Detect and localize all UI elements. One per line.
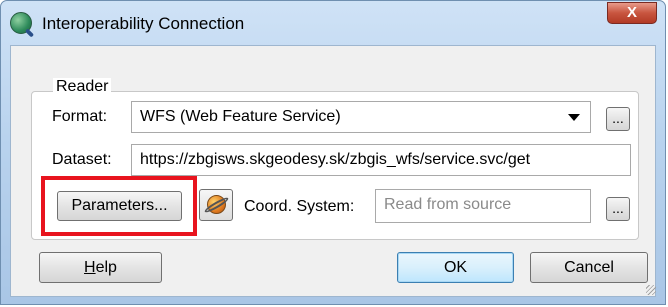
coord-system-browse-button[interactable]: ...: [606, 197, 630, 221]
close-button[interactable]: X: [607, 2, 657, 24]
reader-group-title: Reader: [53, 78, 112, 96]
parameters-highlight-box: [41, 176, 197, 236]
help-button[interactable]: Help: [39, 252, 162, 283]
format-browse-button[interactable]: ...: [606, 107, 630, 131]
format-combobox[interactable]: WFS (Web Feature Service): [131, 101, 591, 133]
dataset-input[interactable]: https://zbgisws.skgeodesy.sk/zbgis_wfs/s…: [131, 144, 631, 176]
format-label: Format:: [52, 108, 108, 125]
format-combobox-value: WFS (Web Feature Service): [140, 108, 341, 125]
coordinate-system-picker-button[interactable]: [199, 189, 233, 221]
coord-system-input[interactable]: Read from source: [375, 189, 591, 223]
dataset-label: Dataset:: [52, 151, 112, 168]
qgis-app-icon: [10, 12, 32, 34]
help-label-rest: elp: [95, 259, 117, 276]
chevron-down-icon[interactable]: [568, 114, 580, 121]
coord-system-label: Coord. System:: [244, 198, 355, 215]
cancel-button[interactable]: Cancel: [530, 252, 648, 283]
help-mnemonic: H: [84, 259, 96, 276]
window-title: Interoperability Connection: [42, 14, 245, 33]
title-bar[interactable]: Interoperability Connection X: [1, 1, 665, 45]
resize-grip[interactable]: [646, 285, 656, 295]
ok-button[interactable]: OK: [397, 252, 514, 283]
